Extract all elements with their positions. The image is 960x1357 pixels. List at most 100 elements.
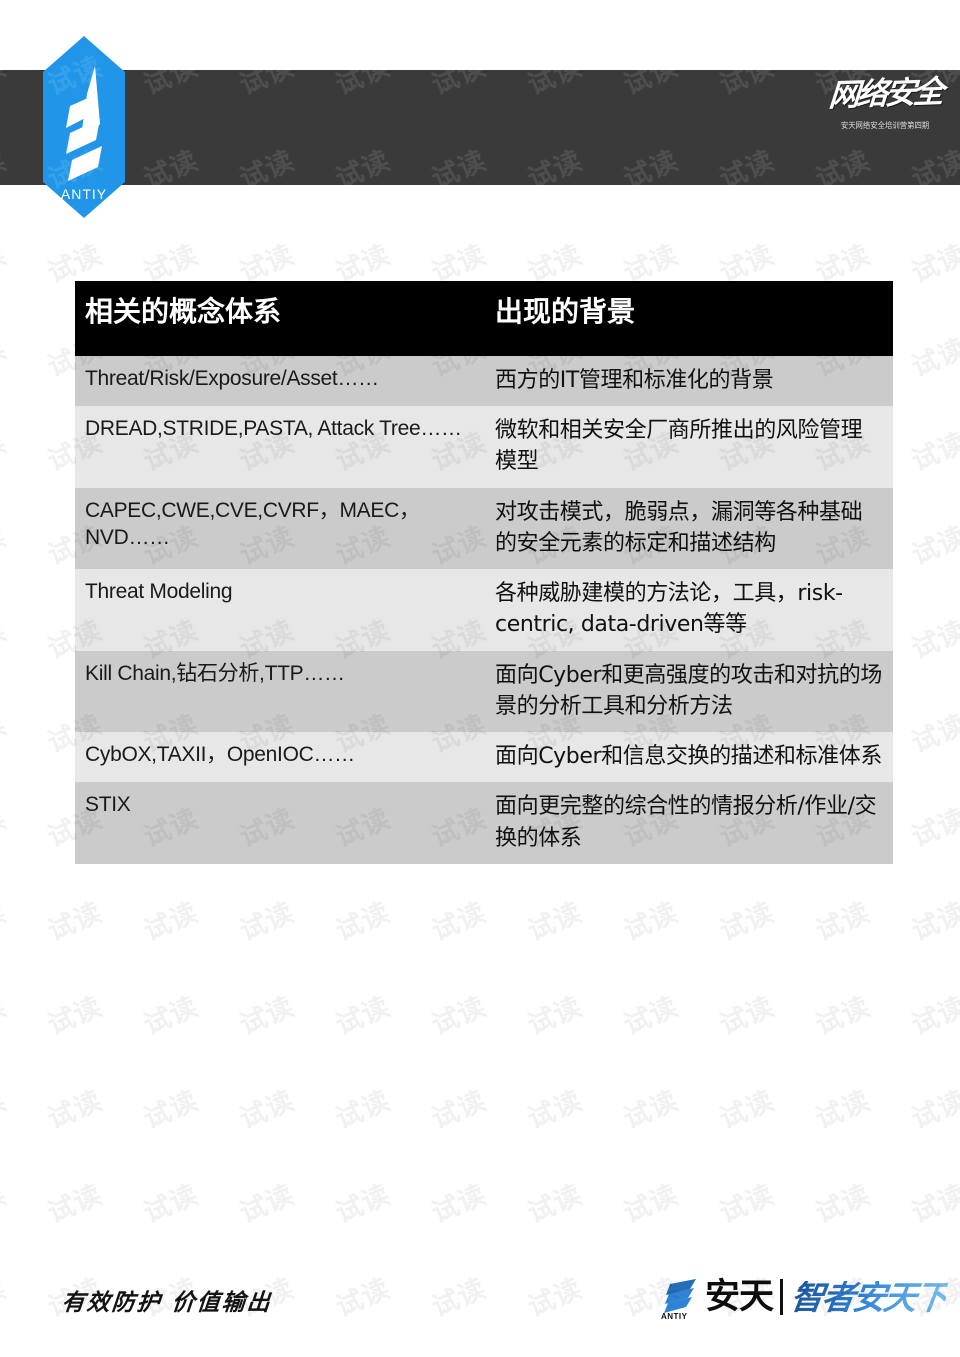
watermark-text: 试读 — [715, 1085, 780, 1136]
table-head: 相关的概念体系 出现的背景 — [75, 281, 893, 356]
column-header-concept: 相关的概念体系 — [75, 281, 485, 356]
header-banner — [0, 70, 960, 185]
watermark-text: 试读 — [427, 1179, 492, 1230]
watermark-text: 试读 — [521, 0, 588, 8]
calligraphy-title: 网络安全 — [827, 74, 943, 114]
watermark-text: 试读 — [619, 1085, 684, 1136]
watermark-text: 试读 — [715, 897, 780, 948]
cell-background: 面向Cyber和更高强度的攻击和对抗的场景的分析工具和分析方法 — [485, 650, 893, 733]
table-row: CAPEC,CWE,CVE,CVRF，MAEC，NVD…… 对攻击模式，脆弱点，… — [75, 487, 893, 570]
watermark-text: 试读 — [427, 991, 492, 1042]
watermark-text: 试读 — [907, 991, 960, 1042]
watermark-text: 试读 — [331, 1085, 396, 1136]
watermark-text: 试读 — [713, 0, 780, 8]
watermark-text: 试读 — [139, 1179, 204, 1230]
watermark-text: 试读 — [715, 1179, 780, 1230]
watermark-text: 试读 — [235, 1085, 300, 1136]
header-calligraphy: 网络安全 安天网络安全培训营第四期 — [820, 74, 950, 176]
watermark-text: 试读 — [43, 1179, 108, 1230]
watermark-text: 试读 — [0, 1085, 12, 1136]
watermark-text: 试读 — [0, 709, 12, 760]
watermark-text: 试读 — [0, 239, 12, 290]
watermark-text: 试读 — [907, 239, 960, 290]
watermark-text: 试读 — [0, 803, 12, 854]
cell-background: 面向Cyber和信息交换的描述和标准体系 — [485, 732, 893, 783]
table-body: Threat/Risk/Exposure/Asset…… 西方的IT管理和标准化… — [75, 356, 893, 864]
watermark-text: 试读 — [427, 1273, 492, 1324]
watermark-text: 试读 — [43, 897, 108, 948]
watermark-text: 试读 — [427, 1085, 492, 1136]
cell-concept: DREAD,STRIDE,PASTA, Attack Tree…… — [75, 406, 485, 488]
watermark-text: 试读 — [425, 0, 492, 8]
watermark-text: 试读 — [41, 0, 108, 8]
watermark-text: 试读 — [907, 521, 960, 572]
table-row: Kill Chain,钻石分析,TTP…… 面向Cyber和更高强度的攻击和对抗… — [75, 650, 893, 733]
watermark-text: 试读 — [907, 897, 960, 948]
watermark-text: 试读 — [139, 1085, 204, 1136]
watermark-text: 试读 — [331, 1179, 396, 1230]
table-row: DREAD,STRIDE,PASTA, Attack Tree…… 微软和相关安… — [75, 406, 893, 488]
cell-concept: Kill Chain,钻石分析,TTP…… — [75, 650, 485, 733]
column-header-background: 出现的背景 — [485, 281, 893, 356]
watermark-text: 试读 — [907, 427, 960, 478]
watermark-text: 试读 — [907, 803, 960, 854]
svg-text:ANTIY: ANTIY — [61, 186, 107, 202]
watermark-text: 试读 — [907, 709, 960, 760]
watermark-text: 试读 — [427, 897, 492, 948]
watermark-text: 试读 — [907, 615, 960, 666]
watermark-text: 试读 — [0, 991, 12, 1042]
watermark-text: 试读 — [523, 1085, 588, 1136]
calligraphy-subtitle: 安天网络安全培训营第四期 — [840, 120, 930, 130]
watermark-text: 试读 — [617, 0, 684, 8]
table-row: Threat/Risk/Exposure/Asset…… 西方的IT管理和标准化… — [75, 356, 893, 407]
table-header-row: 相关的概念体系 出现的背景 — [75, 281, 893, 356]
watermark-text: 试读 — [809, 0, 876, 8]
watermark-text: 试读 — [0, 897, 12, 948]
footer-slogan: 有效防护 价值输出 — [60, 1289, 273, 1316]
watermark-text: 试读 — [235, 897, 300, 948]
table-row: Threat Modeling 各种威胁建模的方法论，工具，risk-centr… — [75, 569, 893, 651]
watermark-text: 试读 — [907, 333, 960, 384]
watermark-text: 试读 — [523, 1179, 588, 1230]
cell-background: 微软和相关安全厂商所推出的风险管理模型 — [485, 406, 893, 488]
watermark-text: 试读 — [331, 991, 396, 1042]
watermark-text: 试读 — [43, 1085, 108, 1136]
table-row: CybOX,TAXII，OpenIOC…… 面向Cyber和信息交换的描述和标准… — [75, 732, 893, 783]
cell-concept: STIX — [75, 782, 485, 864]
watermark-text: 试读 — [619, 991, 684, 1042]
footer-brand-logo: ANTIY 安天 智者安天下 — [660, 1268, 949, 1326]
antiy-logo: ANTIY — [43, 36, 125, 218]
watermark-text: 试读 — [0, 615, 12, 666]
watermark-text: 试读 — [907, 1179, 960, 1230]
watermark-text: 试读 — [523, 897, 588, 948]
cell-background: 对攻击模式，脆弱点，漏洞等各种基础的安全元素的标定和描述结构 — [485, 487, 893, 570]
watermark-text: 试读 — [235, 991, 300, 1042]
watermark-text: 试读 — [139, 991, 204, 1042]
watermark-text: 试读 — [233, 0, 300, 8]
watermark-text: 试读 — [43, 991, 108, 1042]
watermark-text: 试读 — [139, 897, 204, 948]
antiy-wing-icon: ANTIY — [660, 1274, 702, 1321]
watermark-text: 试读 — [523, 991, 588, 1042]
watermark-text: 试读 — [331, 1273, 396, 1324]
cell-background: 面向更完整的综合性的情报分析/作业/交换的体系 — [485, 782, 893, 864]
concepts-table: 相关的概念体系 出现的背景 Threat/Risk/Exposure/Asset… — [75, 281, 893, 864]
watermark-text: 试读 — [0, 0, 11, 8]
watermark-text: 试读 — [0, 1179, 12, 1230]
footer-tagline: 智者安天下 — [788, 1277, 949, 1317]
watermark-text: 试读 — [235, 1179, 300, 1230]
watermark-text: 试读 — [0, 333, 12, 384]
watermark-text: 试读 — [811, 897, 876, 948]
footer-divider — [780, 1279, 783, 1315]
watermark-text: 试读 — [137, 0, 204, 8]
watermark-text: 试读 — [329, 0, 396, 8]
watermark-text: 试读 — [331, 897, 396, 948]
watermark-text: 试读 — [905, 0, 960, 8]
watermark-text: 试读 — [0, 521, 12, 572]
watermark-text: 试读 — [811, 991, 876, 1042]
cell-background: 西方的IT管理和标准化的背景 — [485, 356, 893, 407]
watermark-text: 试读 — [907, 1085, 960, 1136]
cell-concept: Threat Modeling — [75, 569, 485, 651]
cell-concept: CybOX,TAXII，OpenIOC…… — [75, 732, 485, 783]
watermark-text: 试读 — [811, 1179, 876, 1230]
